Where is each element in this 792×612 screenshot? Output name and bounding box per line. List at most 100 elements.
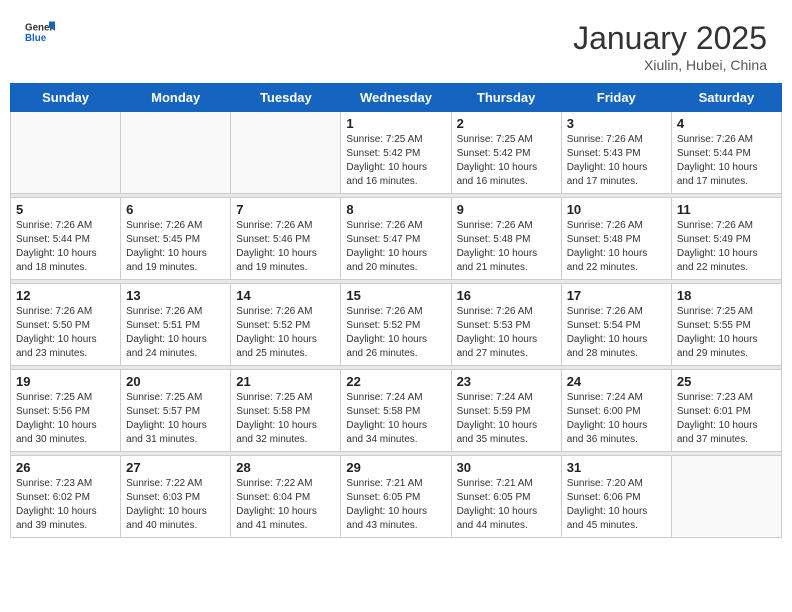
svg-text:Blue: Blue [25,33,47,44]
week-row-4: 19 Sunrise: 7:25 AM Sunset: 5:56 PM Dayli… [11,370,782,452]
header-wednesday: Wednesday [341,84,451,112]
header-tuesday: Tuesday [231,84,341,112]
calendar-subtitle: Xiulin, Hubei, China [573,57,767,73]
cell-info: Sunrise: 7:26 AM Sunset: 5:47 PM Dayligh… [346,219,445,275]
cell-info: Sunrise: 7:26 AM Sunset: 5:52 PM Dayligh… [346,305,445,361]
day-number: 16 [457,288,556,303]
cell-info: Sunrise: 7:25 AM Sunset: 5:56 PM Dayligh… [16,391,115,447]
cell-w2-d7: 11 Sunrise: 7:26 AM Sunset: 5:49 PM Dayli… [671,198,781,280]
cell-w3-d2: 13 Sunrise: 7:26 AM Sunset: 5:51 PM Dayli… [121,284,231,366]
cell-w5-d2: 27 Sunrise: 7:22 AM Sunset: 6:03 PM Dayli… [121,456,231,538]
calendar-title: January 2025 [573,20,767,57]
cell-info: Sunrise: 7:24 AM Sunset: 6:00 PM Dayligh… [567,391,666,447]
cell-w5-d3: 28 Sunrise: 7:22 AM Sunset: 6:04 PM Dayli… [231,456,341,538]
cell-info: Sunrise: 7:21 AM Sunset: 6:05 PM Dayligh… [346,477,445,533]
day-number: 5 [16,202,115,217]
cell-w4-d6: 24 Sunrise: 7:24 AM Sunset: 6:00 PM Dayli… [561,370,671,452]
day-number: 15 [346,288,445,303]
day-number: 24 [567,374,666,389]
day-number: 29 [346,460,445,475]
cell-w4-d3: 21Sunrise: 7:25 AM Sunset: 5:58 PM Dayli… [231,370,341,452]
cell-w5-d5: 30Sunrise: 7:21 AM Sunset: 6:05 PM Dayli… [451,456,561,538]
day-number: 26 [16,460,115,475]
cell-w2-d5: 9 Sunrise: 7:26 AM Sunset: 5:48 PM Daylig… [451,198,561,280]
cell-info: Sunrise: 7:22 AM Sunset: 6:04 PM Dayligh… [236,477,335,533]
day-number: 9 [457,202,556,217]
cell-info: Sunrise: 7:26 AM Sunset: 5:54 PM Dayligh… [567,305,666,361]
day-number: 6 [126,202,225,217]
cell-info: Sunrise: 7:20 AM Sunset: 6:06 PM Dayligh… [567,477,666,533]
day-number: 31 [567,460,666,475]
week-row-2: 5Sunrise: 7:26 AM Sunset: 5:44 PM Daylig… [11,198,782,280]
cell-info: Sunrise: 7:25 AM Sunset: 5:42 PM Dayligh… [457,133,556,189]
logo-icon: General Blue [25,20,55,44]
cell-info: Sunrise: 7:26 AM Sunset: 5:53 PM Dayligh… [457,305,556,361]
header-friday: Friday [561,84,671,112]
cell-info: Sunrise: 7:24 AM Sunset: 5:58 PM Dayligh… [346,391,445,447]
calendar-table: Sunday Monday Tuesday Wednesday Thursday… [10,83,782,538]
day-number: 22 [346,374,445,389]
cell-info: Sunrise: 7:25 AM Sunset: 5:57 PM Dayligh… [126,391,225,447]
cell-w1-d6: 3 Sunrise: 7:26 AM Sunset: 5:43 PM Daylig… [561,112,671,194]
header-monday: Monday [121,84,231,112]
day-number: 17 [567,288,666,303]
cell-info: Sunrise: 7:26 AM Sunset: 5:48 PM Dayligh… [457,219,556,275]
cell-info: Sunrise: 7:26 AM Sunset: 5:43 PM Dayligh… [567,133,666,189]
day-number: 14 [236,288,335,303]
cell-w5-d6: 31 Sunrise: 7:20 AM Sunset: 6:06 PM Dayli… [561,456,671,538]
cell-w3-d4: 15 Sunrise: 7:26 AM Sunset: 5:52 PM Dayli… [341,284,451,366]
cell-w1-d5: 2Sunrise: 7:25 AM Sunset: 5:42 PM Daylig… [451,112,561,194]
cell-w2-d6: 10Sunrise: 7:26 AM Sunset: 5:48 PM Dayli… [561,198,671,280]
cell-w1-d1 [11,112,121,194]
cell-info: Sunrise: 7:23 AM Sunset: 6:01 PM Dayligh… [677,391,776,447]
cell-w1-d2 [121,112,231,194]
cell-info: Sunrise: 7:26 AM Sunset: 5:51 PM Dayligh… [126,305,225,361]
day-number: 3 [567,116,666,131]
cell-info: Sunrise: 7:25 AM Sunset: 5:55 PM Dayligh… [677,305,776,361]
day-number: 19 [16,374,115,389]
day-number: 27 [126,460,225,475]
week-row-5: 26 Sunrise: 7:23 AM Sunset: 6:02 PM Dayli… [11,456,782,538]
cell-w1-d3 [231,112,341,194]
cell-w2-d1: 5Sunrise: 7:26 AM Sunset: 5:44 PM Daylig… [11,198,121,280]
cell-info: Sunrise: 7:23 AM Sunset: 6:02 PM Dayligh… [16,477,115,533]
day-number: 4 [677,116,776,131]
day-number: 11 [677,202,776,217]
cell-w2-d2: 6Sunrise: 7:26 AM Sunset: 5:45 PM Daylig… [121,198,231,280]
cell-w3-d6: 17 Sunrise: 7:26 AM Sunset: 5:54 PM Dayli… [561,284,671,366]
cell-w1-d4: 1 Sunrise: 7:25 AM Sunset: 5:42 PM Daylig… [341,112,451,194]
week-row-1: 1 Sunrise: 7:25 AM Sunset: 5:42 PM Daylig… [11,112,782,194]
cell-info: Sunrise: 7:25 AM Sunset: 5:42 PM Dayligh… [346,133,445,189]
cell-w4-d5: 23 Sunrise: 7:24 AM Sunset: 5:59 PM Dayli… [451,370,561,452]
day-number: 12 [16,288,115,303]
cell-info: Sunrise: 7:21 AM Sunset: 6:05 PM Dayligh… [457,477,556,533]
cell-w4-d1: 19 Sunrise: 7:25 AM Sunset: 5:56 PM Dayli… [11,370,121,452]
cell-w5-d1: 26 Sunrise: 7:23 AM Sunset: 6:02 PM Dayli… [11,456,121,538]
cell-info: Sunrise: 7:26 AM Sunset: 5:52 PM Dayligh… [236,305,335,361]
cell-info: Sunrise: 7:24 AM Sunset: 5:59 PM Dayligh… [457,391,556,447]
day-number: 13 [126,288,225,303]
cell-info: Sunrise: 7:26 AM Sunset: 5:49 PM Dayligh… [677,219,776,275]
cell-w1-d7: 4 Sunrise: 7:26 AM Sunset: 5:44 PM Daylig… [671,112,781,194]
page-header: General Blue January 2025 Xiulin, Hubei,… [10,10,782,78]
day-header-row: Sunday Monday Tuesday Wednesday Thursday… [11,84,782,112]
day-number: 10 [567,202,666,217]
day-number: 25 [677,374,776,389]
cell-info: Sunrise: 7:26 AM Sunset: 5:50 PM Dayligh… [16,305,115,361]
cell-info: Sunrise: 7:26 AM Sunset: 5:46 PM Dayligh… [236,219,335,275]
header-sunday: Sunday [11,84,121,112]
day-number: 7 [236,202,335,217]
cell-w5-d4: 29 Sunrise: 7:21 AM Sunset: 6:05 PM Dayli… [341,456,451,538]
day-number: 23 [457,374,556,389]
cell-info: Sunrise: 7:26 AM Sunset: 5:44 PM Dayligh… [677,133,776,189]
cell-info: Sunrise: 7:22 AM Sunset: 6:03 PM Dayligh… [126,477,225,533]
day-number: 1 [346,116,445,131]
logo: General Blue [25,20,55,44]
day-number: 20 [126,374,225,389]
cell-w4-d4: 22 Sunrise: 7:24 AM Sunset: 5:58 PM Dayli… [341,370,451,452]
cell-w3-d1: 12 Sunrise: 7:26 AM Sunset: 5:50 PM Dayli… [11,284,121,366]
day-number: 28 [236,460,335,475]
cell-w3-d3: 14 Sunrise: 7:26 AM Sunset: 5:52 PM Dayli… [231,284,341,366]
title-block: January 2025 Xiulin, Hubei, China [573,20,767,73]
day-number: 8 [346,202,445,217]
